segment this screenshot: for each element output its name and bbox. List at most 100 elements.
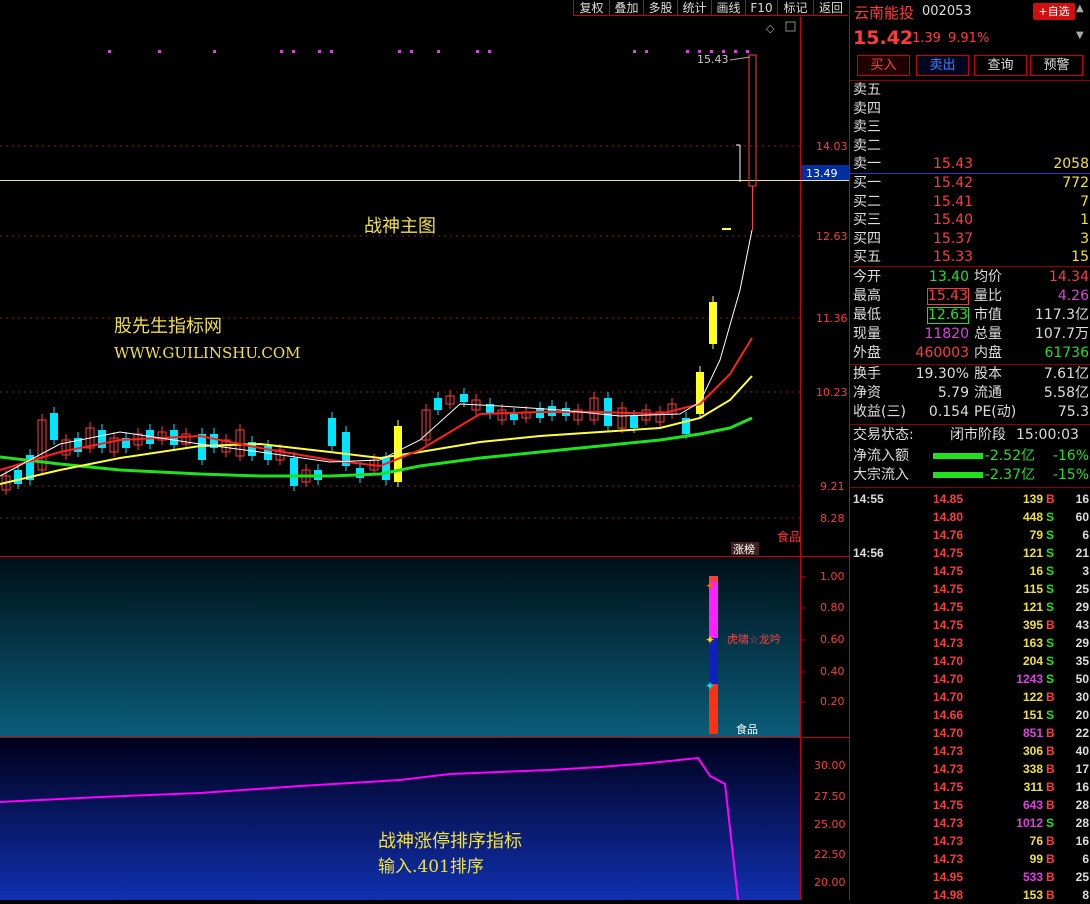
tick-volume: 151: [1022, 708, 1043, 722]
buy-button[interactable]: 买入: [857, 55, 910, 76]
oscillator-axis-label: 0.80: [820, 601, 845, 614]
chart-area[interactable]: 15.43 ◇ 14.03 12.63 11.36 10.23 9.21 8.2…: [0, 0, 849, 900]
ranking-axis: 30.00 27.50 25.00 22.50 20.00: [814, 759, 846, 889]
tick-price: 14.75: [933, 780, 964, 794]
toolbar-adjust-button[interactable]: 复权: [573, 0, 609, 16]
signal-dots: [108, 50, 749, 53]
tick-side: B: [1046, 780, 1055, 794]
bid-row[interactable]: 买五 15.33 15: [850, 248, 1090, 267]
tick-row: 14.73 306 B 40: [850, 742, 1090, 760]
tick-price: 14.75: [933, 582, 964, 596]
tick-volume: 1243: [1016, 672, 1043, 686]
tick-row: 14.70 851 B 22: [850, 724, 1090, 742]
tick-price: 14.70: [933, 690, 964, 704]
tick-volume: 448: [1022, 510, 1043, 524]
tick-count: 60: [1075, 510, 1089, 524]
tick-price: 14.73: [933, 636, 964, 650]
nav-label: 净资: [853, 385, 881, 401]
limit-badge: 涨榜: [733, 542, 755, 556]
add-favorite-button[interactable]: +自选: [1033, 3, 1075, 20]
price-axis-label: 8.28: [820, 512, 845, 525]
bid-level-label: 买四: [853, 230, 881, 247]
flow-pct: -15%: [1052, 467, 1089, 483]
ask-row[interactable]: 卖二: [850, 137, 1090, 156]
signal-text: 虎啸☆龙吟: [727, 632, 781, 646]
alert-button[interactable]: 预警: [1030, 55, 1083, 76]
tick-row: 14:56 14.75 121 S 21: [850, 544, 1090, 562]
toolbar-back-button[interactable]: 返回: [813, 0, 848, 16]
flow-row: 大宗流入 -2.37亿 -15%: [850, 466, 1090, 485]
tick-count: 16: [1075, 780, 1089, 794]
toolbar-draw-button[interactable]: 画线: [711, 0, 745, 16]
tick-count: 29: [1075, 600, 1089, 614]
tick-row: 14.73 76 B 16: [850, 832, 1090, 850]
pe-label: PE(动): [974, 404, 1017, 420]
tick-price: 14.73: [933, 852, 964, 866]
tick-side: B: [1046, 690, 1055, 704]
status-phase: 闭市阶段: [950, 427, 1006, 443]
tick-row: 14.73 338 B 17: [850, 760, 1090, 778]
tick-side: B: [1046, 744, 1055, 758]
tick-side: B: [1046, 762, 1055, 776]
ask-row[interactable]: 卖三: [850, 118, 1090, 137]
tick-side: B: [1046, 726, 1055, 740]
tick-volume: 121: [1022, 600, 1043, 614]
tick-row: 14.70 204 S 35: [850, 652, 1090, 670]
scroll-up-icon[interactable]: ▲: [1076, 3, 1084, 14]
tick-volume: 204: [1022, 654, 1043, 668]
tick-price: 14.95: [933, 870, 964, 884]
tick-count: 6: [1082, 852, 1089, 866]
tick-price: 14.73: [933, 816, 964, 830]
ask-level-label: 卖一: [853, 156, 881, 173]
tick-row: 14:55 14.85 139 B 16: [850, 490, 1090, 508]
query-button[interactable]: 查询: [974, 55, 1027, 76]
tick-volume: 79: [1029, 528, 1043, 542]
tick-row: 14.70 1243 S 50: [850, 670, 1090, 688]
tick-volume: 851: [1022, 726, 1043, 740]
toolbar-multi-button[interactable]: 多股: [643, 0, 677, 16]
tick-price: 14.66: [933, 708, 964, 722]
tick-count: 22: [1075, 726, 1089, 740]
toolbar-mark-button[interactable]: 标记: [777, 0, 813, 16]
flow-pct: -16%: [1052, 448, 1089, 464]
tick-row: 14.75 311 B 16: [850, 778, 1090, 796]
oscillator-axis-label: 0.60: [820, 633, 845, 646]
last-price: 15.42: [853, 27, 914, 49]
inner-value: 61736: [1044, 345, 1089, 361]
ranking-title: 战神涨停排序指标: [378, 831, 522, 852]
oscillator-axis-label: 0.40: [820, 665, 845, 678]
bid-row[interactable]: 买四 15.37 3: [850, 230, 1090, 249]
high-arrow: [729, 56, 751, 61]
low-value: 12.63: [926, 307, 969, 324]
cursor-price-label: 13.49: [806, 167, 838, 180]
sell-button[interactable]: 卖出: [916, 55, 969, 76]
ranking-axis-label: 25.00: [814, 818, 846, 831]
bid-price: 15.40: [933, 212, 974, 229]
ask-row[interactable]: 卖五: [850, 81, 1090, 100]
bid-level-label: 买一: [853, 175, 881, 191]
toolbar-stats-button[interactable]: 统计: [677, 0, 711, 16]
tick-side: S: [1046, 582, 1055, 596]
tick-side: B: [1046, 618, 1055, 632]
bid-price: 15.42: [933, 175, 974, 191]
bid-row[interactable]: 买一 15.42 772: [850, 174, 1090, 193]
tick-price: 14.73: [933, 834, 964, 848]
pe-value: 75.3: [1057, 404, 1089, 420]
toolbar-f10-button[interactable]: F10: [745, 0, 777, 16]
cur-vol-value: 11820: [924, 326, 969, 342]
bid-row[interactable]: 买二 15.41 7: [850, 193, 1090, 212]
bid-row[interactable]: 买三 15.40 1: [850, 211, 1090, 230]
ranking-subtitle: 输入.401排序: [378, 857, 484, 877]
tick-count: 50: [1075, 672, 1089, 686]
diamond-icon[interactable]: ◇: [766, 22, 775, 35]
scroll-down-icon[interactable]: ▼: [1076, 30, 1084, 41]
ask-row[interactable]: 卖四: [850, 100, 1090, 119]
toolbar-overlay-button[interactable]: 叠加: [609, 0, 643, 16]
stats-row: 最高 15.43 量比 4.26: [850, 287, 1090, 306]
bid-level-label: 买五: [853, 249, 881, 266]
tick-count: 6: [1082, 528, 1089, 542]
window-icon[interactable]: [785, 21, 796, 32]
tick-count: 25: [1075, 870, 1089, 884]
ask-row[interactable]: 卖一 15.43 2058: [850, 155, 1090, 174]
tick-time: 14:56: [853, 546, 884, 560]
